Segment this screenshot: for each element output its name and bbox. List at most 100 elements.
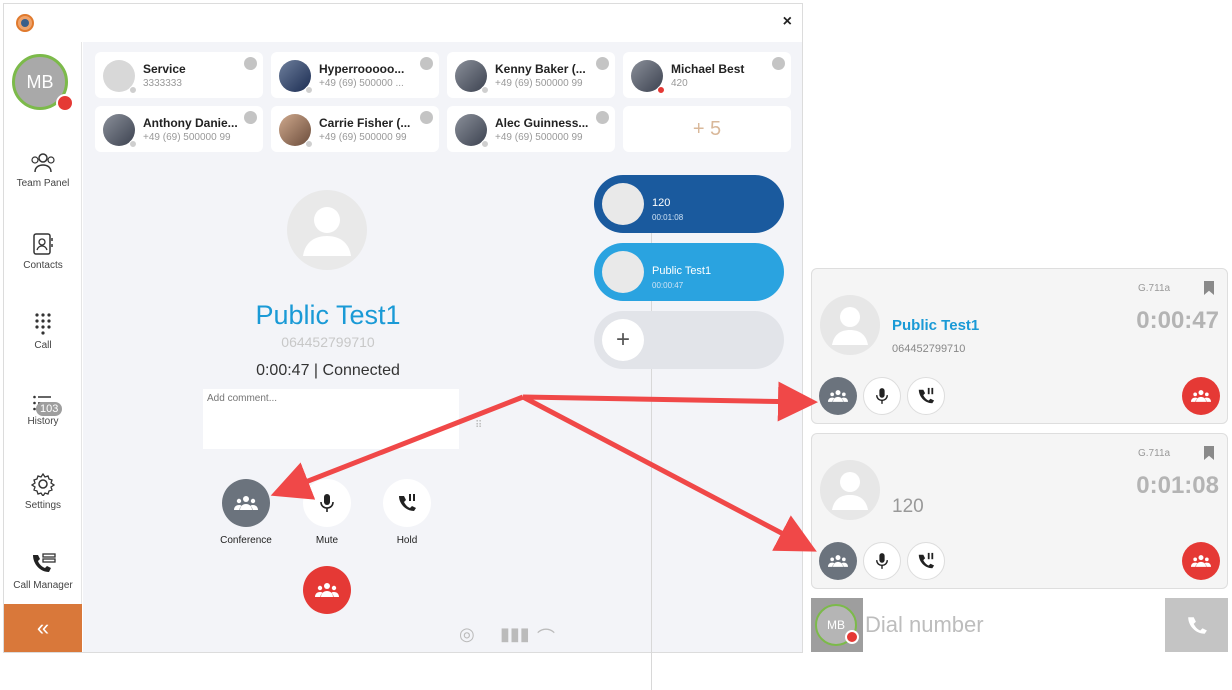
hangup-button[interactable] (1182, 542, 1220, 580)
person-icon (832, 307, 868, 345)
audio-wave-icon[interactable]: ▮▮▮ (500, 624, 530, 645)
contact-name: Carrie Fisher (... (319, 116, 411, 130)
mini-caller-number: 064452799710 (892, 343, 966, 355)
conference-button[interactable] (819, 542, 857, 580)
contact-number: +49 (69) 500000 99 (495, 132, 583, 143)
sidebar-item-label: Settings (24, 500, 62, 511)
hold-button[interactable] (907, 377, 945, 415)
mini-caller-avatar (820, 460, 880, 520)
conference-icon (828, 555, 848, 567)
mute-button[interactable] (303, 479, 351, 527)
mini-call-panel[interactable]: G.711a Public Test1 064452799710 0:00:47 (811, 268, 1228, 424)
team-icon (31, 153, 55, 173)
call-tab-avatar (602, 251, 644, 293)
sidebar-item-contacts[interactable]: Contacts (4, 232, 82, 271)
status-indicator (420, 111, 433, 124)
call-tab-name: 120 (652, 197, 671, 209)
sidebar: MB Team Panel Contacts Call History 103 … (4, 42, 82, 652)
bookmark-icon[interactable] (1204, 281, 1214, 295)
status-indicator (772, 57, 785, 70)
contact-number: +49 (69) 500000 99 (495, 78, 583, 89)
mute-button[interactable] (863, 377, 901, 415)
sidebar-item-team-panel[interactable]: Team Panel (4, 152, 82, 189)
status-indicator (596, 111, 609, 124)
contact-card[interactable]: Alec Guinness... +49 (69) 500000 99 (447, 106, 615, 152)
phone-icon (1187, 617, 1207, 634)
call-manager-icon (33, 553, 56, 572)
user-initials: MB (26, 71, 54, 92)
contact-number: 3333333 (143, 78, 182, 89)
presence-status-icon (845, 630, 859, 644)
status-indicator (420, 57, 433, 70)
call-tab[interactable]: 120 00:01:08 (594, 175, 784, 233)
call-tab-avatar (602, 183, 644, 225)
conference-label: Conference (220, 535, 272, 546)
headset-icon[interactable]: ⌒ (537, 624, 555, 650)
contact-name: Service (143, 62, 186, 76)
phone-hold-icon (918, 387, 935, 404)
hold-button[interactable] (383, 479, 431, 527)
sidebar-item-label: Team Panel (16, 178, 70, 189)
microphone-icon (320, 494, 334, 512)
caller-number: 064452799710 (281, 334, 375, 350)
double-chevron-left-icon: « (36, 615, 50, 640)
call-tab-active[interactable]: Public Test1 00:00:47 (594, 243, 784, 301)
contact-number: 420 (671, 78, 688, 89)
conference-icon (1191, 390, 1211, 402)
hangup-button[interactable] (1182, 377, 1220, 415)
conference-icon (234, 496, 258, 510)
end-conference-button[interactable] (303, 566, 351, 614)
caller-name: Public Test1 (255, 300, 401, 330)
sidebar-item-label: Call Manager (13, 580, 73, 591)
contact-card[interactable]: Kenny Baker (... +49 (69) 500000 99 (447, 52, 615, 98)
dial-user-avatar[interactable]: MB (811, 598, 863, 652)
person-icon (832, 472, 868, 510)
status-indicator (596, 57, 609, 70)
phone-hold-icon (918, 552, 935, 569)
microphone-icon (876, 553, 888, 569)
history-count-badge: 103 (36, 402, 63, 416)
conference-button[interactable] (222, 479, 270, 527)
call-tab-name: Public Test1 (652, 265, 712, 277)
collapse-sidebar-button[interactable]: « (4, 604, 82, 652)
contact-card[interactable]: Michael Best 420 (623, 52, 791, 98)
conference-icon (1191, 555, 1211, 567)
contact-card[interactable]: Carrie Fisher (... +49 (69) 500000 99 (271, 106, 439, 152)
contact-card[interactable]: Service 3333333 (95, 52, 263, 98)
close-button[interactable]: × (783, 13, 792, 31)
presence-dot (129, 86, 137, 94)
contact-card[interactable]: Anthony Danie... +49 (69) 500000 99 (95, 106, 263, 152)
person-icon (303, 207, 351, 256)
dial-number-input[interactable] (865, 608, 1155, 642)
dial-bar: MB (811, 598, 1228, 652)
hold-button[interactable] (907, 542, 945, 580)
presence-status-icon[interactable] (56, 94, 74, 112)
presence-dot (305, 86, 313, 94)
comment-input[interactable] (203, 389, 459, 449)
resize-grip-icon[interactable]: ⠿ (475, 420, 483, 431)
hold-label: Hold (396, 535, 418, 546)
call-tab-time: 00:01:08 (652, 213, 684, 222)
contact-card[interactable]: Hyperrooooo... +49 (69) 500000 ... (271, 52, 439, 98)
mini-caller-name: 120 (892, 496, 924, 517)
sidebar-item-call[interactable]: Call (4, 312, 82, 351)
record-icon[interactable]: ◎ (459, 624, 475, 645)
mini-call-panel[interactable]: G.711a 120 0:01:08 (811, 433, 1228, 589)
mini-caller-name: Public Test1 (892, 317, 980, 334)
dialpad-icon (35, 313, 51, 335)
call-status: 0:00:47 | Connected (256, 362, 400, 379)
more-contacts-button[interactable]: + 5 (623, 106, 791, 152)
sidebar-item-call-manager[interactable]: Call Manager (4, 552, 82, 591)
dial-call-button[interactable] (1165, 598, 1228, 652)
new-call-tab[interactable]: + (594, 311, 784, 369)
sidebar-item-settings[interactable]: Settings (4, 472, 82, 511)
conference-button[interactable] (819, 377, 857, 415)
presence-dot (481, 86, 489, 94)
mute-button[interactable] (863, 542, 901, 580)
sidebar-item-label: Call (34, 340, 52, 351)
contact-number: +49 (69) 500000 99 (143, 132, 231, 143)
status-indicator (244, 57, 257, 70)
presence-dot (657, 86, 665, 94)
bookmark-icon[interactable] (1204, 446, 1214, 460)
mini-call-timer: 0:01:08 (1136, 472, 1219, 499)
